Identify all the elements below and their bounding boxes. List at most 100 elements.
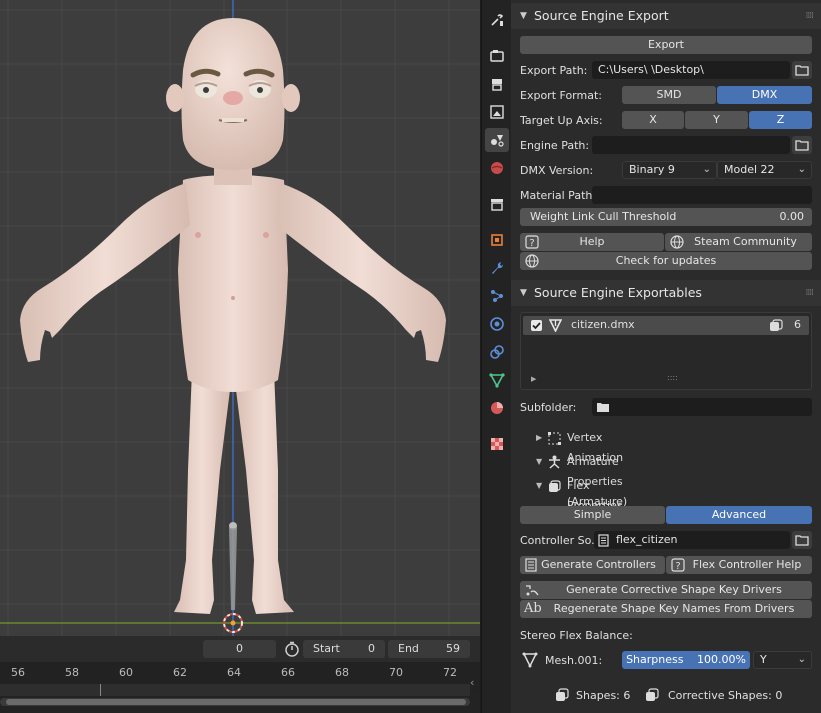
export-path-label: Export Path: [520,64,588,77]
export-button[interactable]: Export [520,36,812,54]
timeline-header: 0 Start 0 End 59 [0,636,480,662]
3d-viewport[interactable] [0,0,480,636]
text-ab-icon: Ab [524,601,542,616]
object-icon[interactable] [485,228,509,252]
viewport-canvas [0,0,480,636]
generate-controllers-button[interactable]: Generate Controllers [520,556,665,574]
flex-controller-help-button[interactable]: ? Flex Controller Help [666,556,812,574]
timeline-scroll-thumb[interactable] [6,699,466,705]
tool-icon[interactable] [485,8,509,32]
modifier-icon[interactable] [485,256,509,280]
constraints-icon[interactable] [485,340,509,364]
folder-icon[interactable] [792,531,812,549]
corrective-shapes-count: Corrective Shapes: 0 [668,689,783,702]
texture-icon[interactable] [485,432,509,456]
data-icon[interactable] [485,368,509,392]
current-frame-field[interactable]: 0 [203,640,276,658]
export-path-field[interactable]: C:\Users\ \Desktop\ [592,61,790,79]
list-item[interactable]: citizen.dmx 6 [523,316,809,335]
dmx-binary-dropdown[interactable]: Binary 9 ⌄ [622,161,717,179]
drag-handle-icon[interactable]: ⁞⁞⁞⁞ [806,3,815,29]
dmx-model-dropdown[interactable]: Model 22 ⌄ [717,161,812,179]
export-format-label: Export Format: [520,89,602,102]
up-axis-label: Target Up Axis: [520,114,603,127]
bone-shape [229,528,237,610]
panel-collapsed-icon: ▶ [536,433,543,442]
mesh-icon [522,652,538,668]
subfolder-field[interactable] [592,398,812,416]
shape-keys-icon [556,688,569,701]
exportables-list[interactable]: citizen.dmx 6 ▶ :::: [520,312,812,390]
physics-icon[interactable] [485,312,509,336]
end-frame-field[interactable]: End 59 [388,640,470,658]
axis-z-button[interactable]: Z [749,111,812,129]
list-expand-icon[interactable]: ▶ [531,375,536,383]
format-dmx-button[interactable]: DMX [717,86,812,104]
timeline-editor[interactable]: 0 Start 0 End 59 56 58 60 62 64 66 68 70… [0,636,480,713]
sharpness-slider[interactable]: Sharpness 100.00% [622,651,750,669]
engine-path-label: Engine Path: [520,139,590,152]
weight-link-slider[interactable]: Weight Link Cull Threshold 0.00 [520,208,812,226]
folder-icon[interactable] [792,61,812,79]
material-path-field[interactable] [592,186,812,204]
timeline-scrollbar[interactable] [0,698,470,706]
ruler-number: 66 [281,666,295,679]
flex-simple-button[interactable]: Simple [520,506,665,524]
engine-path-field[interactable] [592,136,790,154]
output-icon[interactable] [485,72,509,96]
render-icon[interactable] [485,44,509,68]
panel-expanded-icon: ▼ [520,288,527,298]
vertex-animation-icon [548,432,561,445]
world-icon[interactable] [485,156,509,180]
checkbox-checked-icon[interactable] [531,320,542,331]
collapse-arrow-icon[interactable]: ‹ [470,676,474,689]
generate-controllers-label: Generate Controllers [541,558,656,571]
ruler-number: 60 [119,666,133,679]
chevron-down-icon: ⌄ [797,164,806,175]
properties-tab-bar [481,0,511,713]
weight-link-label: Weight Link Cull Threshold [530,210,677,223]
flex-controller-help-label: Flex Controller Help [692,558,802,571]
particles-icon[interactable] [485,284,509,308]
view-layer-icon[interactable] [485,100,509,124]
driver-icon [526,585,539,596]
axis-y-button[interactable]: Y [685,111,748,129]
controller-source-field[interactable]: flex_citizen [594,531,790,549]
exportables-panel-header[interactable]: ▼ Source Engine Exportables ⁞⁞⁞⁞ [511,280,821,306]
keyframe-strip[interactable] [0,684,470,696]
start-frame-value: 0 [368,642,375,655]
flex-axis-dropdown[interactable]: Y ⌄ [753,651,812,669]
generate-corrective-drivers-button[interactable]: Generate Corrective Shape Key Drivers [520,581,812,599]
steam-community-button[interactable]: Steam Community [665,233,812,251]
ruler-number: 56 [11,666,25,679]
controller-source-value: flex_citizen [616,533,678,546]
collection-icon[interactable] [485,192,509,216]
help-button[interactable]: ? Help [520,233,664,251]
list-resize-icon[interactable]: :::: [667,373,678,382]
weight-link-value: 0.00 [779,210,805,223]
stereo-flex-balance-label: Stereo Flex Balance: [520,629,633,642]
check-updates-button[interactable]: Check for updates [520,252,812,270]
dmx-model-value: Model 22 [724,163,775,176]
ruler-number: 68 [335,666,349,679]
check-updates-label: Check for updates [615,254,717,267]
mesh-name-label: Mesh.001: [545,654,603,667]
stopwatch-icon[interactable] [283,640,301,658]
scene-icon[interactable] [485,128,509,152]
drag-handle-icon[interactable]: ⁞⁞⁞⁞ [806,280,815,306]
material-path-label: Material Path: [520,189,597,202]
regenerate-shape-key-names-button[interactable]: Ab Regenerate Shape Key Names From Drive… [520,600,812,618]
flex-advanced-button[interactable]: Advanced [666,506,812,524]
axis-x-button[interactable]: X [622,111,684,129]
material-icon[interactable] [485,396,509,420]
mesh-icon [549,319,562,332]
start-frame-field[interactable]: Start 0 [303,640,385,658]
text-file-icon [598,534,609,547]
dmx-version-label: DMX Version: [520,164,594,177]
folder-icon[interactable] [792,136,812,154]
regenerate-shape-key-names-label: Regenerate Shape Key Names From Drivers [553,602,795,615]
format-smd-button[interactable]: SMD [622,86,716,104]
export-panel-header[interactable]: ▼ Source Engine Export ⁞⁞⁞⁞ [511,3,821,29]
generate-corrective-drivers-label: Generate Corrective Shape Key Drivers [566,583,782,596]
exportable-count: 6 [794,318,801,331]
